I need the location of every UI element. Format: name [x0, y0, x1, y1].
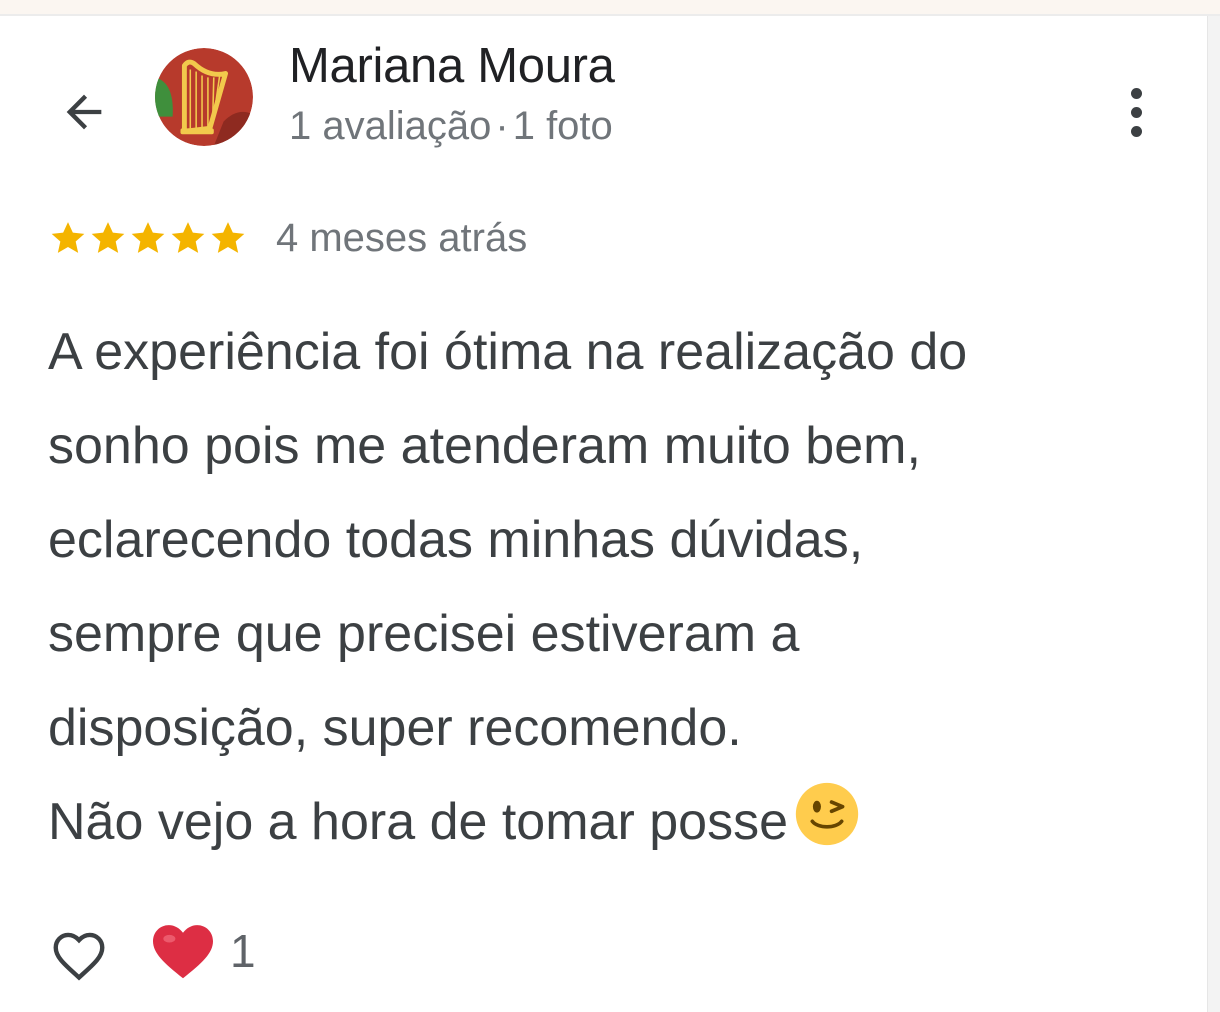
- author-name[interactable]: Mariana Moura: [289, 36, 615, 96]
- more-dot: [1130, 106, 1142, 118]
- review-line: sempre que precisei estiveram a: [48, 587, 1178, 681]
- review-line-text: Não vejo a hora de tomar posse: [48, 793, 788, 851]
- review-line-text: A experiência foi ótima na realização do: [48, 323, 968, 381]
- review-line: eclarecendo todas minhas dúvidas,: [48, 493, 1178, 587]
- meta-separator: ·: [495, 104, 509, 148]
- more-dot: [1130, 125, 1142, 137]
- star-icon: [211, 222, 245, 253]
- review-line: A experiência foi ótima na realização do: [48, 305, 1178, 399]
- star-icon: [91, 222, 125, 253]
- author-meta: 1 avaliação · 1 foto: [289, 100, 615, 152]
- reviews-count: 1 avaliação: [289, 104, 492, 148]
- rating-row: 4 meses atrás: [48, 212, 527, 264]
- star-icon: [131, 222, 165, 253]
- star-rating: [48, 218, 248, 258]
- heart-outline-icon: [53, 932, 105, 981]
- review-line-text: sonho pois me atenderam muito bem,: [48, 417, 921, 475]
- more-vertical-icon: [1130, 87, 1142, 99]
- top-strip: [0, 0, 1220, 16]
- review-time: 4 meses atrás: [276, 215, 528, 260]
- photos-count: 1 foto: [512, 104, 613, 148]
- like-button[interactable]: [46, 920, 112, 986]
- star-icon: [51, 222, 85, 253]
- red-heart-emoji: [153, 925, 213, 979]
- review-line: Não vejo a hora de tomar posse: [48, 775, 1178, 877]
- arrow-back-icon: [66, 94, 102, 130]
- winking-face-emoji: [794, 781, 860, 877]
- author-info[interactable]: Mariana Moura 1 avaliação · 1 foto: [289, 36, 615, 152]
- review-line-text: disposição, super recomendo.: [48, 699, 742, 757]
- review-line: sonho pois me atenderam muito bem,: [48, 399, 1178, 493]
- review-text: A experiência foi ótima na realização do…: [48, 305, 1178, 877]
- star-icon: [171, 222, 205, 253]
- reaction-summary[interactable]: 1: [150, 918, 256, 984]
- harp-avatar-icon: [155, 48, 253, 146]
- more-options-button[interactable]: [1104, 80, 1168, 144]
- reaction-count: 1: [230, 925, 256, 977]
- review-line: disposição, super recomendo.: [48, 681, 1178, 775]
- back-button[interactable]: [52, 80, 116, 144]
- review-line-text: eclarecendo todas minhas dúvidas,: [48, 511, 864, 569]
- avatar[interactable]: [155, 48, 253, 146]
- review-line-text: sempre que precisei estiveram a: [48, 605, 800, 663]
- scrollbar-track[interactable]: [1207, 16, 1220, 1012]
